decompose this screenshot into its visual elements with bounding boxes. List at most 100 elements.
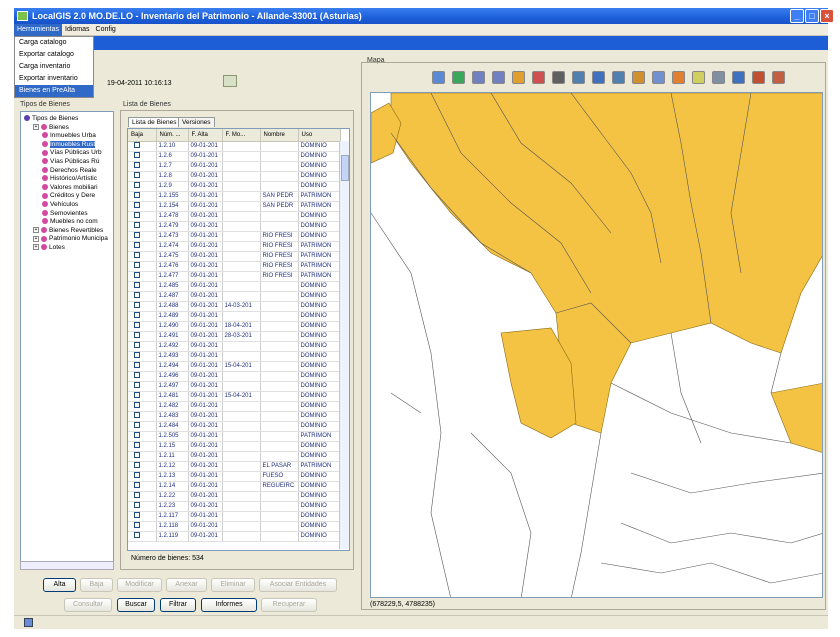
tree-item[interactable]: Inmuebles Rust [42, 140, 96, 149]
baja-checkbox[interactable] [134, 441, 140, 448]
baja-checkbox[interactable] [134, 261, 140, 268]
baja-checkbox[interactable] [134, 171, 140, 178]
arrow-icon[interactable] [732, 71, 745, 84]
scroll-thumb[interactable] [341, 155, 349, 181]
layers-icon[interactable] [512, 71, 525, 84]
table-row[interactable]: 1.2.505 09-01-201 PATRIMON [128, 431, 341, 442]
table-row[interactable]: 1.2.9 09-01-201 DOMINIO [128, 181, 341, 192]
map-canvas[interactable] [370, 92, 823, 598]
baja-checkbox[interactable] [134, 161, 140, 168]
table-row[interactable]: 1.2.485 09-01-201 DOMINIO [128, 281, 341, 292]
column-header[interactable]: F. Mo... [222, 129, 261, 142]
table-row[interactable]: 1.2.14 09-01-201 REGUEIRC DOMINIO [128, 481, 341, 492]
redo-icon[interactable] [492, 71, 505, 84]
column-header[interactable]: Uso [298, 129, 341, 142]
menu-item-carga-catalogo[interactable]: Carga catalogo [15, 37, 93, 49]
column-header[interactable]: Nombre [260, 129, 299, 142]
select-icon[interactable] [652, 71, 665, 84]
row2-button[interactable]: Informes [201, 598, 257, 612]
tree-item[interactable]: Vías Públicas Urb [42, 149, 102, 157]
menu-herramientas[interactable]: Herramientas [14, 24, 63, 36]
tab-versiones[interactable]: Versiones [178, 117, 215, 127]
baja-checkbox[interactable] [134, 471, 140, 478]
copy-icon[interactable] [772, 71, 785, 84]
row1-button[interactable]: Asociar Entidades [259, 578, 337, 592]
table-row[interactable]: 1.2.496 09-01-201 DOMINIO [128, 371, 341, 382]
map-svg[interactable] [371, 93, 823, 598]
baja-checkbox[interactable] [134, 311, 140, 318]
baja-checkbox[interactable] [134, 341, 140, 348]
tree-item[interactable]: + Patrimonio Municipa [33, 235, 108, 243]
tree-item[interactable]: Valores mobiliari [42, 184, 98, 192]
table-row[interactable]: 1.2.15 09-01-201 DOMINIO [128, 441, 341, 452]
building-icon[interactable] [632, 71, 645, 84]
table-row[interactable]: 1.2.10 09-01-201 DOMINIO [128, 141, 341, 152]
expand-icon[interactable]: + [33, 227, 39, 234]
table-row[interactable]: 1.2.8 09-01-201 DOMINIO [128, 171, 341, 182]
row2-button[interactable]: Recuperar [261, 598, 317, 612]
tree-item[interactable]: Créditos y Dere [42, 192, 95, 200]
tree-item[interactable]: Muebles no com [42, 218, 98, 226]
baja-checkbox[interactable] [134, 461, 140, 468]
table-row[interactable]: 1.2.473 09-01-201 RIO FRESI DOMINIO [128, 231, 341, 242]
tree-horizontal-scrollbar[interactable] [20, 561, 114, 570]
row2-button[interactable]: Consultar [64, 598, 112, 612]
row1-button[interactable]: Eliminar [211, 578, 255, 592]
table-row[interactable]: 1.2.11 09-01-201 DOMINIO [128, 451, 341, 462]
tree-item[interactable]: Vías Públicas Rú [42, 158, 100, 166]
menu-item-exportar-catalogo[interactable]: Exportar catalogo [15, 49, 93, 61]
undo-icon[interactable] [472, 71, 485, 84]
baja-checkbox[interactable] [134, 151, 140, 158]
menu-item-carga-inventario[interactable]: Carga inventario [15, 61, 93, 73]
table-row[interactable]: 1.2.491 09-01-201 28-03-201 DOMINIO [128, 331, 341, 342]
baja-checkbox[interactable] [134, 391, 140, 398]
baja-checkbox[interactable] [134, 381, 140, 388]
baja-checkbox[interactable] [134, 361, 140, 368]
table-row[interactable]: 1.2.154 09-01-201 SAN PEDR PATRIMON [128, 201, 341, 212]
expand-icon[interactable]: + [33, 235, 39, 242]
house-icon[interactable] [532, 71, 545, 84]
table-icon[interactable] [612, 71, 625, 84]
table-row[interactable]: 1.2.487 09-01-201 DOMINIO [128, 291, 341, 302]
baja-checkbox[interactable] [134, 281, 140, 288]
table-row[interactable]: 1.2.478 09-01-201 DOMINIO [128, 211, 341, 222]
row2-button[interactable]: Buscar [117, 598, 155, 612]
table-row[interactable]: 1.2.6 09-01-201 DOMINIO [128, 151, 341, 162]
tree-item[interactable]: + Lotes [33, 244, 65, 252]
table-row[interactable]: 1.2.23 09-01-201 DOMINIO [128, 501, 341, 512]
baja-checkbox[interactable] [134, 141, 140, 148]
menu-config[interactable]: Config [93, 24, 119, 36]
baja-checkbox[interactable] [134, 201, 140, 208]
baja-checkbox[interactable] [134, 491, 140, 498]
column-header[interactable]: Baja [128, 129, 157, 142]
minimize-icon[interactable]: _ [790, 9, 804, 23]
row1-button[interactable]: Modificar [117, 578, 162, 592]
baja-checkbox[interactable] [134, 501, 140, 508]
baja-checkbox[interactable] [134, 531, 140, 538]
edit-icon[interactable] [432, 71, 445, 84]
tree-item[interactable]: Semovientes [42, 210, 88, 218]
tree-item[interactable]: Tipos de Bienes [24, 115, 78, 123]
baja-checkbox[interactable] [134, 181, 140, 188]
baja-checkbox[interactable] [134, 411, 140, 418]
table-row[interactable]: 1.2.497 09-01-201 DOMINIO [128, 381, 341, 392]
tree-item[interactable]: + Bienes [33, 124, 69, 132]
table-row[interactable]: 1.2.118 09-01-201 DOMINIO [128, 521, 341, 532]
table-vertical-scrollbar[interactable] [339, 141, 349, 549]
column-header[interactable]: Núm. ... [156, 129, 189, 142]
globe-icon[interactable] [452, 71, 465, 84]
tree-item[interactable]: + Bienes Revertibles [33, 227, 103, 235]
baja-checkbox[interactable] [134, 271, 140, 278]
tree-item[interactable]: Inmuebles Urba [42, 132, 96, 140]
baja-checkbox[interactable] [134, 191, 140, 198]
book-icon[interactable] [752, 71, 765, 84]
baja-checkbox[interactable] [134, 221, 140, 228]
baja-checkbox[interactable] [134, 231, 140, 238]
tab-lista-bienes[interactable]: Lista de Bienes [128, 117, 181, 127]
table-row[interactable]: 1.2.475 09-01-201 RIO FRESI PATRIMON [128, 251, 341, 262]
refresh-icon[interactable] [223, 75, 237, 87]
grid-icon[interactable] [552, 71, 565, 84]
baja-checkbox[interactable] [134, 481, 140, 488]
menu-item-exportar-inventario[interactable]: Exportar inventario [15, 73, 93, 85]
table-row[interactable]: 1.2.7 09-01-201 DOMINIO [128, 161, 341, 172]
